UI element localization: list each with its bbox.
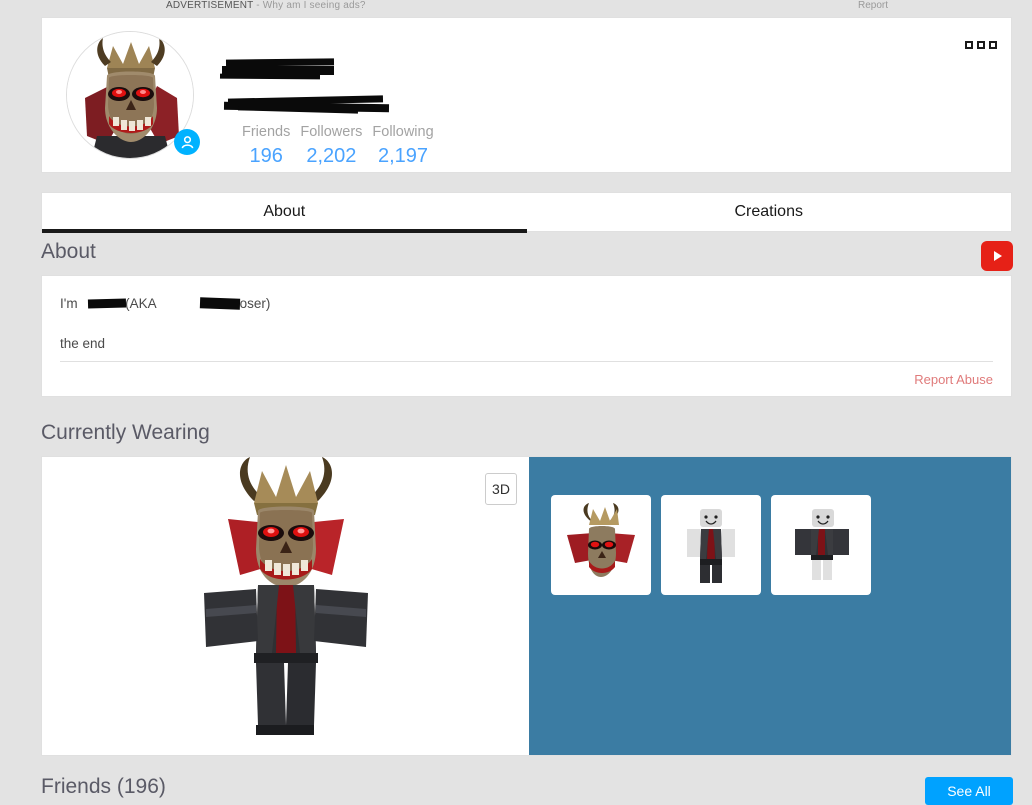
stat-followers-label: Followers bbox=[300, 124, 363, 140]
view-3d-button[interactable]: 3D bbox=[485, 473, 517, 505]
tab-about[interactable]: About bbox=[42, 193, 527, 233]
profile-stats: Friends 196 Followers 2,202 Following 2,… bbox=[242, 122, 434, 170]
wearing-item-1[interactable] bbox=[551, 495, 651, 595]
more-options-dot bbox=[977, 41, 985, 49]
person-icon bbox=[174, 129, 200, 155]
advertisement-bar: ADVERTISEMENT - Why am I seeing ads? Rep… bbox=[0, 0, 1032, 14]
stat-following-label: Following bbox=[372, 124, 434, 140]
more-options-dot bbox=[965, 41, 973, 49]
avatar-render-panel: 3D bbox=[42, 457, 529, 755]
tab-creations[interactable]: Creations bbox=[527, 193, 1012, 231]
about-heading: About bbox=[41, 240, 96, 263]
avatar-full-body-render bbox=[135, 457, 436, 753]
ad-report-link[interactable]: Report bbox=[858, 0, 888, 11]
person-glyph bbox=[181, 135, 193, 148]
black-jacket-outfit-thumbnail bbox=[667, 501, 755, 589]
advertisement-separator: - bbox=[253, 0, 263, 11]
about-description-line-1: I'm (AKA The Loser) bbox=[60, 294, 993, 314]
more-options-dot bbox=[989, 41, 997, 49]
about-redaction-2 bbox=[199, 297, 241, 310]
about-text-mid: (AKA bbox=[121, 296, 160, 311]
view-3d-label: 3D bbox=[492, 481, 510, 497]
demon-skull-mask-thumbnail bbox=[557, 501, 645, 589]
stat-friends-label: Friends bbox=[242, 124, 291, 140]
about-text-prefix: I'm bbox=[60, 296, 82, 311]
stat-following[interactable]: Following 2,197 bbox=[372, 122, 433, 170]
currently-wearing-heading: Currently Wearing bbox=[41, 421, 210, 444]
profile-tabs: About Creations bbox=[41, 192, 1012, 233]
avatar[interactable] bbox=[66, 31, 200, 159]
report-abuse-link[interactable]: Report Abuse bbox=[42, 362, 1011, 387]
about-body: I'm (AKA The Loser) the end bbox=[42, 276, 1011, 362]
wearing-items-panel bbox=[529, 457, 1011, 755]
advertisement-label: ADVERTISEMENT - Why am I seeing ads? bbox=[166, 0, 366, 11]
wearing-item-3[interactable] bbox=[771, 495, 871, 595]
tab-creations-label: Creations bbox=[734, 203, 803, 220]
youtube-icon[interactable] bbox=[981, 241, 1013, 271]
black-torso-outfit-thumbnail bbox=[777, 501, 865, 589]
about-description-line-2: the end bbox=[60, 336, 993, 362]
see-all-friends-button[interactable]: See All bbox=[925, 777, 1013, 805]
wearing-item-2[interactable] bbox=[661, 495, 761, 595]
youtube-play-glyph bbox=[994, 251, 1002, 261]
stat-friends-value: 196 bbox=[249, 145, 283, 167]
why-seeing-ads-link[interactable]: Why am I seeing ads? bbox=[263, 0, 366, 11]
friends-heading: Friends (196) bbox=[41, 775, 166, 798]
more-options-icon[interactable] bbox=[965, 41, 997, 49]
about-card: I'm (AKA The Loser) the end Report Abuse bbox=[41, 275, 1012, 397]
advertisement-text: ADVERTISEMENT bbox=[166, 0, 254, 11]
stat-followers[interactable]: Followers 2,202 bbox=[300, 122, 362, 170]
tab-about-label: About bbox=[263, 203, 306, 220]
stat-friends[interactable]: Friends 196 bbox=[242, 122, 290, 170]
stat-followers-value: 2,202 bbox=[306, 145, 357, 167]
currently-wearing-card: 3D bbox=[41, 456, 1012, 756]
stat-following-value: 2,197 bbox=[378, 145, 429, 167]
about-redaction-1 bbox=[87, 298, 127, 309]
profile-header-card: Friends 196 Followers 2,202 Following 2,… bbox=[41, 17, 1012, 173]
